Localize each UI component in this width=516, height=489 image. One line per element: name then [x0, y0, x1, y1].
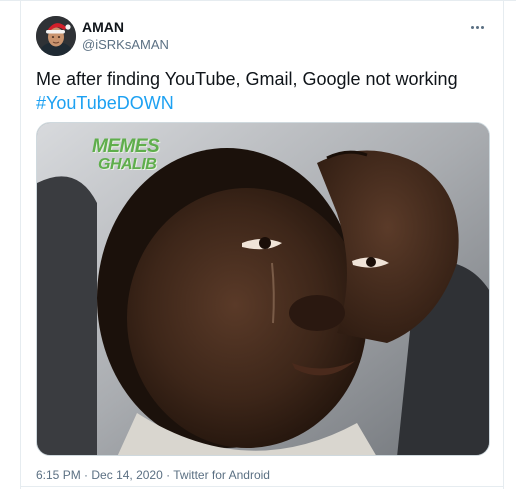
avatar[interactable]	[36, 16, 76, 56]
hashtag-link[interactable]: #YouTubeDOWN	[36, 91, 491, 115]
author-handle[interactable]: @iSRKsAMAN	[82, 36, 169, 53]
tweet-time[interactable]: 6:15 PM	[36, 468, 81, 482]
more-options-icon[interactable]	[465, 19, 489, 35]
column-border-right	[503, 0, 504, 489]
tweet-media-image[interactable]: MEMES GHALIB	[36, 122, 490, 456]
author-block: AMAN @iSRKsAMAN	[82, 19, 169, 53]
user-avatar-icon	[36, 16, 76, 56]
watermark-line2: GHALIB	[98, 156, 157, 173]
meta-separator: ·	[166, 468, 171, 482]
tweet-text: Me after finding YouTube, Gmail, Google …	[36, 67, 491, 115]
tweet-text-body: Me after finding YouTube, Gmail, Google …	[36, 69, 458, 89]
watermark-logo: MEMES GHALIB	[92, 136, 172, 182]
tweet-divider	[20, 486, 504, 487]
tweet-meta: 6:15 PM · Dec 14, 2020 · Twitter for And…	[36, 467, 270, 483]
tweet-source[interactable]: Twitter for Android	[173, 468, 270, 482]
author-display-name[interactable]: AMAN	[82, 19, 169, 36]
tweet-date[interactable]: Dec 14, 2020	[91, 468, 162, 482]
watermark-line1: MEMES	[92, 136, 160, 157]
tweet: AMAN @iSRKsAMAN Me after finding YouTube…	[21, 1, 503, 486]
meta-separator: ·	[84, 468, 89, 482]
